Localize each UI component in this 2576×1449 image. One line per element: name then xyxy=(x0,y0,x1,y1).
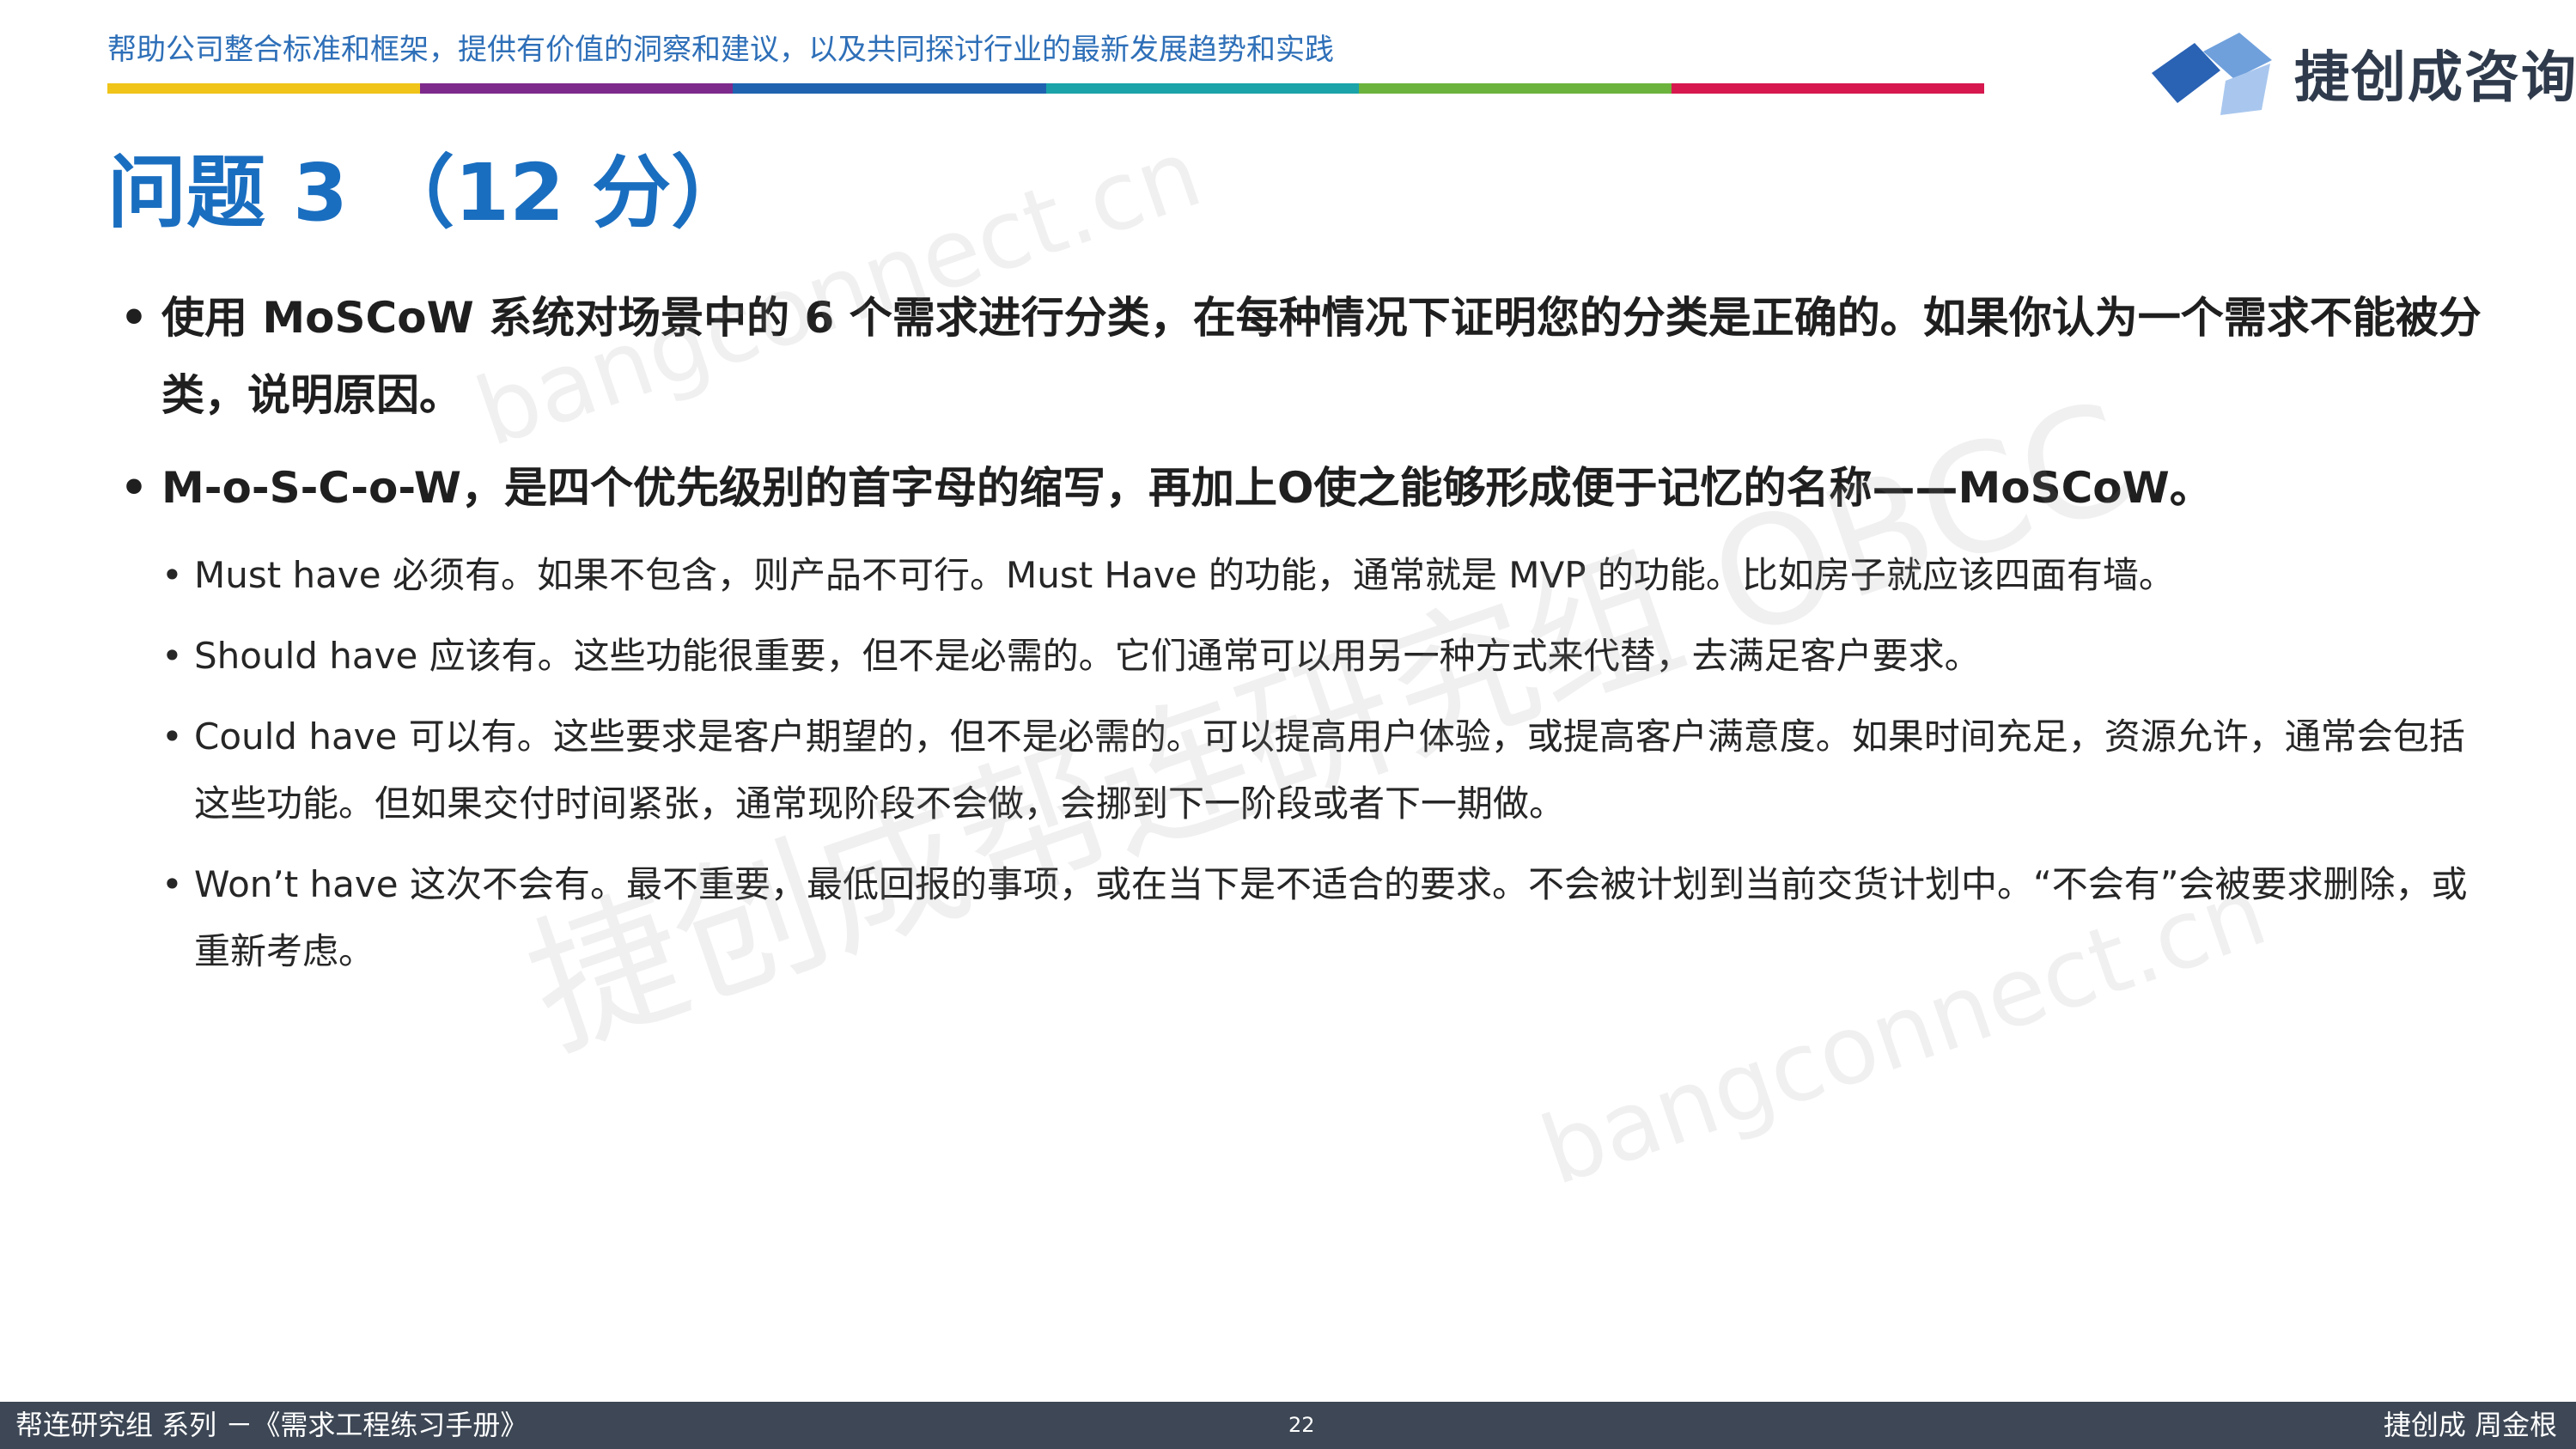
header-tagline: 帮助公司整合标准和框架，提供有价值的洞察和建议，以及共同探讨行业的最新发展趋势和… xyxy=(107,33,1334,67)
cube-logo-icon xyxy=(2152,33,2272,115)
footer-series-title: 帮连研究组 系列 －《需求工程练习手册》 xyxy=(15,1409,528,1441)
color-bar-segment-teal xyxy=(1045,83,1359,94)
sub-bullet-text: Could have 可以有。这些要求是客户期望的，但不是必需的。可以提高用户体… xyxy=(194,715,2465,825)
sub-bullet-should-have: • Should have 应该有。这些功能很重要，但不是必需的。它们通常可以用… xyxy=(161,623,2491,690)
sub-bullet-dot: • xyxy=(161,635,183,677)
sub-bullet-text: Won’t have 这次不会有。最不重要，最低回报的事项，或在当下是不适合的要… xyxy=(194,863,2468,972)
color-bar-segment-blue xyxy=(733,83,1046,94)
sub-bullet-text: Must have 必须有。如果不包含，则产品不可行。Must Have 的功能… xyxy=(194,554,2175,596)
bullet-dot: • xyxy=(120,463,148,513)
bullet-text: M-o-S-C-o-W，是四个优先级别的首字母的缩写，再加上O使之能够形成便于记… xyxy=(161,463,2213,513)
bullet-dot: • xyxy=(120,293,148,343)
color-bar-segment-yellow xyxy=(107,83,421,94)
sub-bullet-dot: • xyxy=(161,554,183,596)
color-bar-segment-red xyxy=(1671,83,1985,94)
color-bar-segment-purple xyxy=(420,83,734,94)
sub-bullet-dot: • xyxy=(161,715,183,758)
bullet-text: 使用 MoSCoW 系统对场景中的 6 个需求进行分类，在每种情况下证明您的分类… xyxy=(161,293,2482,420)
brand-logo: 捷创成咨询 xyxy=(2143,26,2576,120)
logo-text: 捷创成咨询 xyxy=(2294,46,2576,110)
bullet-item-question: • 使用 MoSCoW 系统对场景中的 6 个需求进行分类，在每种情况下证明您的… xyxy=(120,279,2491,434)
main-content: • 使用 MoSCoW 系统对场景中的 6 个需求进行分类，在每种情况下证明您的… xyxy=(120,279,2491,999)
footer-author: 捷创成 周金根 xyxy=(2383,1409,2557,1441)
sub-bullet-could-have: • Could have 可以有。这些要求是客户期望的，但不是必需的。可以提高用… xyxy=(161,703,2491,837)
color-bar-segment-green xyxy=(1358,83,1672,94)
header-color-bar xyxy=(107,83,1985,94)
bullet-item-moscow: • M-o-S-C-o-W，是四个优先级别的首字母的缩写，再加上O使之能够形成便… xyxy=(120,449,2491,527)
sub-bullet-dot: • xyxy=(161,863,183,905)
sub-bullet-text: Should have 应该有。这些功能很重要，但不是必需的。它们通常可以用另一… xyxy=(194,635,1981,677)
sub-bullet-wont-have: • Won’t have 这次不会有。最不重要，最低回报的事项，或在当下是不适合… xyxy=(161,851,2491,985)
page-title: 问题 3 （12 分） xyxy=(107,147,751,239)
sub-bullet-must-have: • Must have 必须有。如果不包含，则产品不可行。Must Have 的… xyxy=(161,542,2491,609)
footer-bar: 帮连研究组 系列 －《需求工程练习手册》 22 捷创成 周金根 xyxy=(0,1402,2576,1449)
page-number: 22 xyxy=(1288,1413,1315,1437)
